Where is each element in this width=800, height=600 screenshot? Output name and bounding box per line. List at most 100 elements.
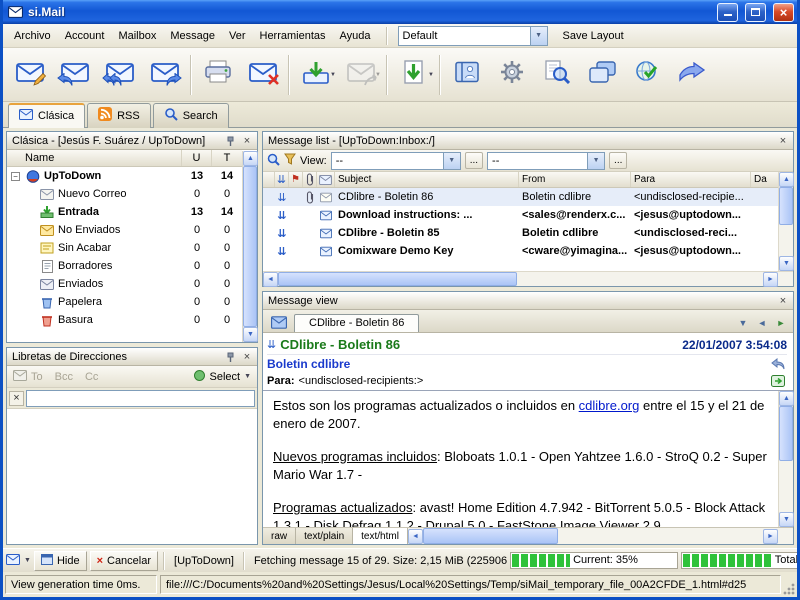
message-row-comixware-demo-key[interactable]: ⇊Comixware Demo Key<cware@yimagina...<je… [263, 242, 778, 260]
scroll-down-icon[interactable]: ▼ [243, 327, 258, 342]
reply-all-button[interactable] [97, 51, 142, 99]
scroll-up-icon[interactable]: ▲ [243, 151, 258, 166]
folder-row-borradores[interactable]: Borradores00 [7, 257, 242, 275]
view-filter-more-button[interactable]: ... [465, 152, 483, 169]
priority-column-header[interactable]: ⇊ [275, 172, 289, 187]
chevron-down-icon[interactable]: ▼ [443, 153, 460, 169]
windows-button[interactable] [579, 51, 624, 99]
scroll-right-icon[interactable]: ► [763, 529, 778, 544]
forward-button[interactable] [142, 51, 187, 99]
folder-row-basura[interactable]: Basura00 [7, 311, 242, 329]
cancel-button[interactable]: × Cancelar [90, 551, 158, 571]
message-body-hscrollbar[interactable]: ◄ ► [408, 528, 793, 544]
format-tab-raw[interactable]: raw [263, 528, 296, 544]
folder-row-papelera[interactable]: Papelera00 [7, 293, 242, 311]
column-header-unread[interactable]: U [182, 150, 212, 166]
chevron-down-icon[interactable]: ▼ [330, 72, 336, 78]
close-button[interactable]: × [773, 3, 794, 22]
scroll-left-icon[interactable]: ◄ [263, 272, 278, 287]
view-filter-select[interactable]: -- ▼ [331, 152, 461, 170]
tab-rss[interactable]: RSS [87, 103, 151, 128]
cdlibre-link[interactable]: cdlibre.org [579, 398, 640, 413]
message-row-cdlibre-boletin-86[interactable]: ⇊CDlibre - Boletin 86Boletin cdlibre<und… [263, 188, 778, 206]
message-list-hscrollbar[interactable]: ◄ ► [263, 271, 793, 286]
download-button[interactable]: ▼ [391, 51, 436, 99]
filter-icon[interactable] [284, 153, 296, 168]
chevron-down-icon[interactable]: ▼ [587, 153, 604, 169]
close-panel-icon[interactable]: × [240, 134, 254, 148]
folders-scrollbar[interactable]: ▲ ▼ [242, 151, 257, 342]
save-layout-button[interactable]: Save Layout [556, 27, 631, 45]
address-book-button[interactable] [444, 51, 489, 99]
column-header-name[interactable]: Name [7, 150, 182, 166]
column-header-date[interactable]: Da [751, 172, 778, 187]
scrollbar-thumb[interactable] [278, 272, 517, 286]
pin-icon[interactable] [223, 350, 237, 364]
scroll-down-icon[interactable]: ▼ [779, 512, 794, 527]
layout-select[interactable]: Default ▼ [398, 26, 548, 46]
open-message-icon[interactable] [267, 313, 291, 331]
pin-icon[interactable] [223, 134, 237, 148]
mail-status-menu-button[interactable]: ▼ [6, 554, 31, 568]
title-bar[interactable]: si.Mail × [3, 0, 797, 24]
chevron-down-icon[interactable]: ▼ [428, 72, 434, 78]
maximize-button[interactable] [745, 3, 766, 22]
menu-herramientas[interactable]: Herramientas [253, 27, 333, 45]
minimize-button[interactable] [717, 3, 738, 22]
next-message-icon[interactable]: ► [773, 315, 789, 330]
flag-column-header[interactable]: ⚑ [289, 172, 303, 187]
message-body-scrollbar[interactable]: ▲ ▼ [778, 391, 793, 527]
delete-button[interactable] [240, 51, 285, 99]
scroll-left-icon[interactable]: ◄ [408, 529, 423, 544]
message-tab[interactable]: CDlibre - Boletin 86 [294, 314, 419, 332]
folder-row-no-enviados[interactable]: No Enviados00 [7, 221, 242, 239]
clear-filter-button[interactable]: × [9, 391, 24, 406]
column-header-total[interactable]: T [212, 150, 242, 166]
tab-menu-icon[interactable]: ▼ [735, 315, 751, 330]
select-button[interactable]: Select ▼ [194, 370, 251, 384]
scroll-down-icon[interactable]: ▼ [779, 256, 794, 271]
address-list[interactable] [7, 409, 257, 544]
cc-button[interactable]: Cc [85, 371, 98, 383]
envelope-column-header[interactable] [317, 172, 335, 187]
to-button[interactable]: To [13, 370, 43, 384]
hide-button[interactable]: Hide [34, 551, 87, 571]
menu-message[interactable]: Message [163, 27, 222, 45]
menu-account[interactable]: Account [58, 27, 112, 45]
column-header-subject[interactable]: Subject [335, 172, 519, 187]
print-button[interactable] [195, 51, 240, 99]
reply-arrow-button[interactable] [769, 358, 787, 370]
folder-row-nuevo-correo[interactable]: Nuevo Correo00 [7, 185, 242, 203]
message-row-cdlibre-boletin-85[interactable]: ⇊CDlibre - Boletin 85Boletin cdlibre<und… [263, 224, 778, 242]
search-icon[interactable] [267, 153, 280, 169]
receive-button[interactable]: ▼ [293, 51, 338, 99]
reply-button[interactable] [52, 51, 97, 99]
chevron-down-icon[interactable]: ▼ [530, 27, 547, 45]
close-panel-icon[interactable]: × [776, 294, 790, 308]
format-tab-text-html[interactable]: text/html [353, 528, 408, 544]
column-header-para[interactable]: Para [631, 172, 751, 187]
scrollbar-thumb[interactable] [243, 166, 257, 327]
chevron-down-icon[interactable]: ▼ [375, 72, 381, 78]
menu-ayuda[interactable]: Ayuda [333, 27, 378, 45]
folder-row-sin-acabar[interactable]: Sin Acabar00 [7, 239, 242, 257]
close-panel-icon[interactable]: × [240, 350, 254, 364]
format-tab-text-plain[interactable]: text/plain [296, 528, 353, 544]
tree-expander-icon[interactable]: − [11, 172, 20, 181]
email-from[interactable]: Boletin cdlibre [267, 357, 350, 371]
message-list-scrollbar[interactable]: ▲ ▼ [778, 172, 793, 271]
folder-row-entrada[interactable]: Entrada1314 [7, 203, 242, 221]
folder-row-enviados[interactable]: Enviados00 [7, 275, 242, 293]
folder-row-uptodown[interactable]: −UpToDown1314 [7, 167, 242, 185]
tab-cla-sica[interactable]: Clásica [8, 103, 85, 128]
close-panel-icon[interactable]: × [776, 134, 790, 148]
resize-grip[interactable] [782, 582, 795, 595]
scroll-up-icon[interactable]: ▲ [779, 391, 794, 406]
forward-green-button[interactable] [769, 375, 787, 387]
view-sort-select[interactable]: -- ▼ [487, 152, 605, 170]
go-button[interactable] [669, 51, 714, 99]
column-header-from[interactable]: From [519, 172, 631, 187]
compose-button[interactable] [7, 51, 52, 99]
menu-ver[interactable]: Ver [222, 27, 253, 45]
settings-button[interactable] [489, 51, 534, 99]
